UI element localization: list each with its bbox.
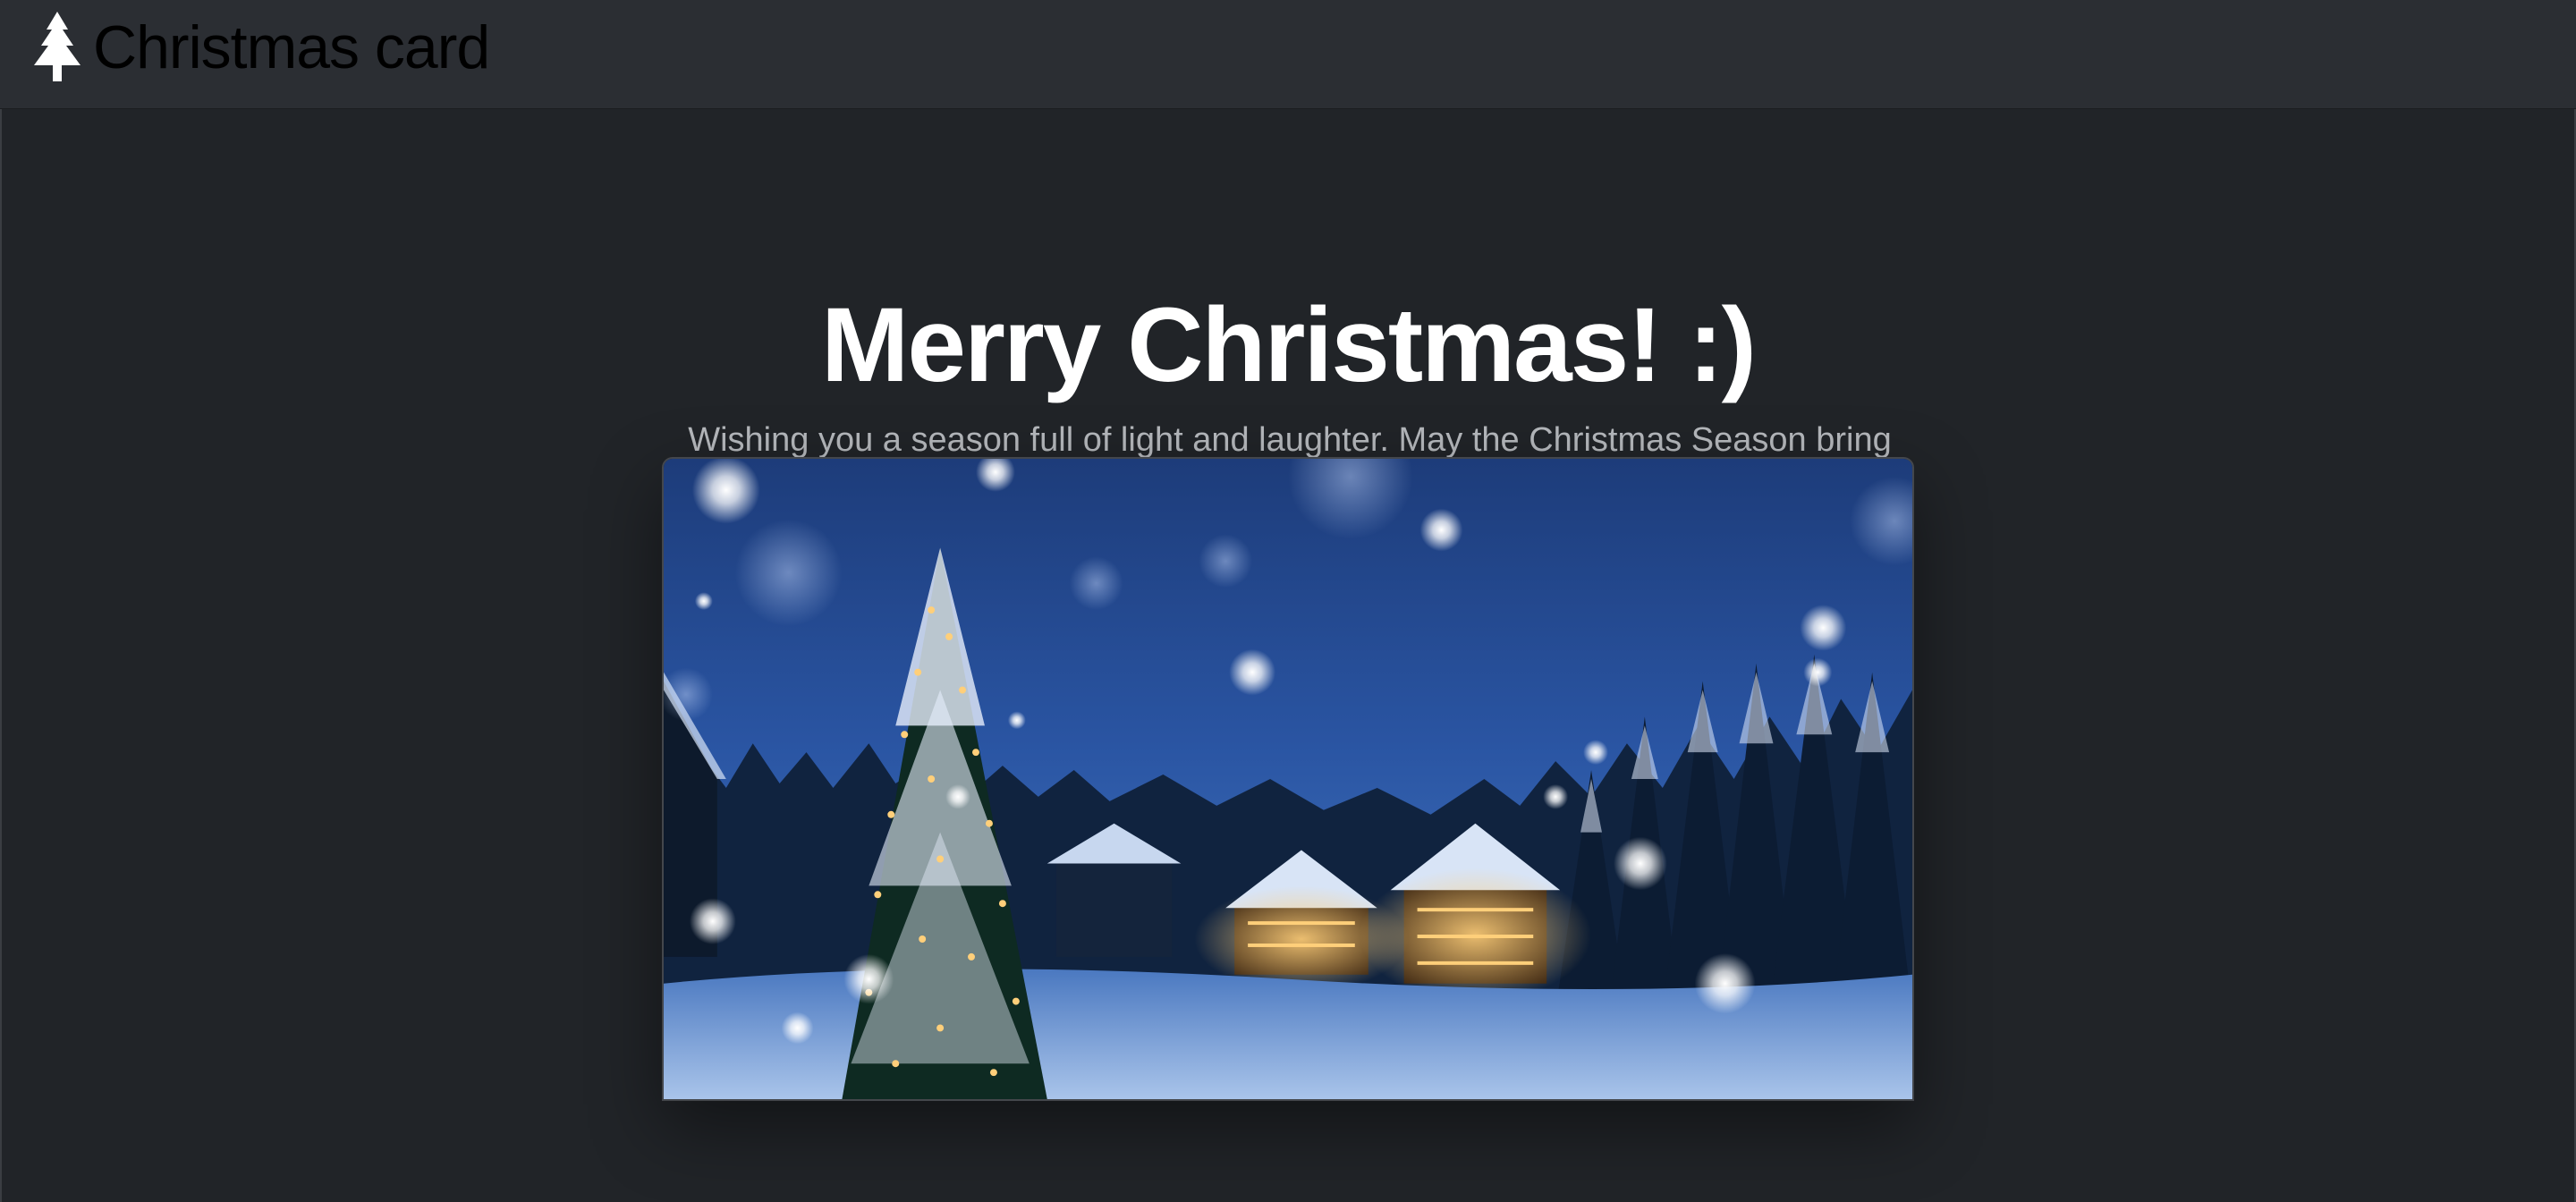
brand-link[interactable]: Christmas card <box>27 7 490 88</box>
christmas-scene-image <box>662 457 1914 1101</box>
page-title: Merry Christmas! :) <box>821 286 1757 404</box>
top-navbar: Christmas card <box>0 0 2576 109</box>
christmas-tree-icon <box>34 12 80 81</box>
brand-label: Christmas card <box>93 13 490 81</box>
